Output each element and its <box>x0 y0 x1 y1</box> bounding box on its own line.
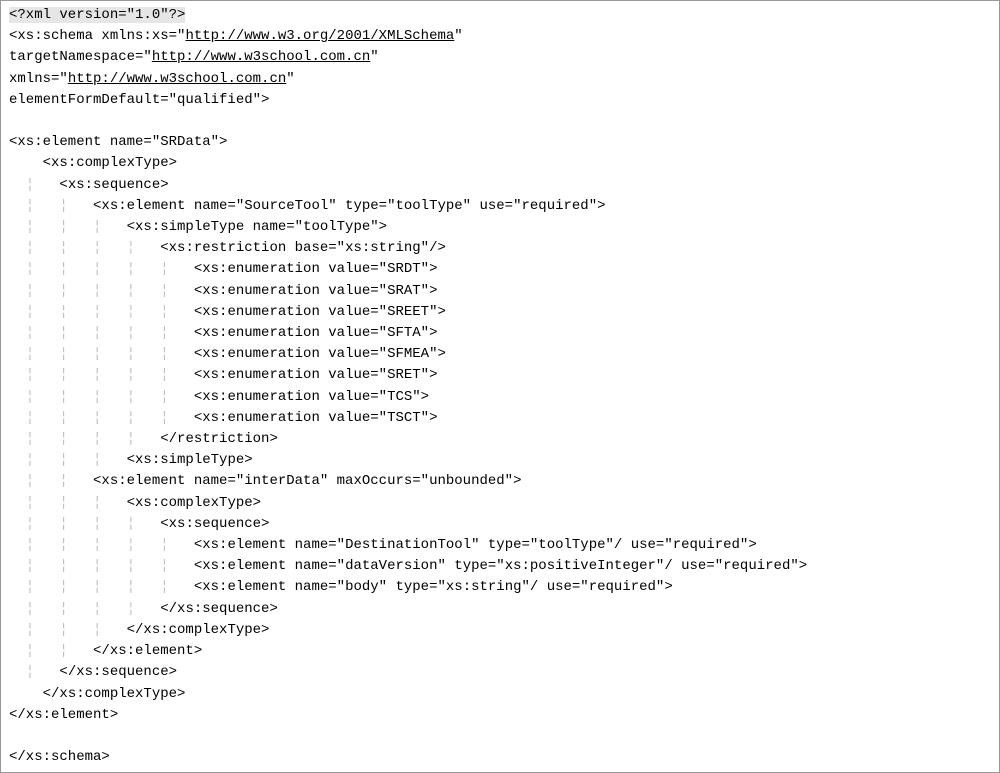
code-line: ¦ ¦ ¦ ¦ ¦ <xs:element name="DestinationT… <box>9 537 757 553</box>
xml-declaration: <?xml version="1.0"?> <box>9 7 185 23</box>
code-line: ¦ ¦ ¦ ¦ ¦ <xs:enumeration value="TCS"> <box>9 389 429 405</box>
code-line: ¦ ¦ </xs:element> <box>9 643 202 659</box>
indent-guide: ¦ ¦ ¦ ¦ <box>9 240 160 256</box>
code-line: ¦ ¦ ¦ ¦ </xs:sequence> <box>9 601 278 617</box>
code-line: ¦ </xs:sequence> <box>9 664 177 680</box>
code-line: ¦ ¦ ¦ </xs:complexType> <box>9 622 269 638</box>
indent-guide: ¦ ¦ ¦ ¦ ¦ <box>9 579 194 595</box>
indent-guide: ¦ ¦ ¦ ¦ ¦ <box>9 283 194 299</box>
code-line: ¦ ¦ ¦ ¦ ¦ <xs:enumeration value="SFMEA"> <box>9 346 446 362</box>
indent-guide: ¦ ¦ ¦ ¦ ¦ <box>9 558 194 574</box>
code-line: ¦ ¦ <xs:element name="interData" maxOccu… <box>9 473 522 489</box>
indent-guide: ¦ ¦ ¦ ¦ ¦ <box>9 304 194 320</box>
code-line: ¦ ¦ ¦ ¦ ¦ <xs:enumeration value="SRET"> <box>9 367 437 383</box>
indent-guide: ¦ ¦ ¦ ¦ <box>9 516 160 532</box>
indent-guide: ¦ ¦ ¦ ¦ <box>9 601 160 617</box>
indent-guide: ¦ ¦ ¦ ¦ ¦ <box>9 410 194 426</box>
indent-guide: ¦ ¦ ¦ ¦ ¦ <box>9 389 194 405</box>
code-line: <xs:complexType> <box>9 155 177 171</box>
code-line: ¦ ¦ ¦ <xs:simpleType name="toolType"> <box>9 219 387 235</box>
indent-guide: ¦ ¦ ¦ ¦ ¦ <box>9 367 194 383</box>
indent-guide: ¦ ¦ ¦ <box>9 495 127 511</box>
code-line: <xs:element name="SRData"> <box>9 134 227 150</box>
indent-guide: ¦ ¦ ¦ ¦ ¦ <box>9 346 194 362</box>
url-link[interactable]: http://www.w3school.com.cn <box>68 71 286 87</box>
code-line: ¦ ¦ <xs:element name="SourceTool" type="… <box>9 198 606 214</box>
code-line: ¦ ¦ ¦ <xs:simpleType> <box>9 452 253 468</box>
indent-guide: ¦ ¦ <box>9 643 93 659</box>
code-line: ¦ ¦ ¦ ¦ ¦ <xs:enumeration value="SREET"> <box>9 304 446 320</box>
code-line: elementFormDefault="qualified"> <box>9 92 269 108</box>
indent-guide: ¦ ¦ ¦ <box>9 452 127 468</box>
indent-guide <box>9 686 43 702</box>
indent-guide <box>9 155 43 171</box>
code-line: </xs:complexType> <box>9 686 185 702</box>
code-line: ¦ ¦ ¦ ¦ ¦ <xs:enumeration value="SFTA"> <box>9 325 437 341</box>
indent-guide: ¦ ¦ ¦ ¦ ¦ <box>9 261 194 277</box>
indent-guide: ¦ <box>9 177 59 193</box>
indent-guide: ¦ ¦ ¦ ¦ ¦ <box>9 325 194 341</box>
indent-guide: ¦ ¦ <box>9 473 93 489</box>
code-line: ¦ ¦ ¦ ¦ <xs:restriction base="xs:string"… <box>9 240 446 256</box>
code-line: ¦ ¦ ¦ ¦ ¦ <xs:enumeration value="TSCT"> <box>9 410 437 426</box>
indent-guide: ¦ ¦ ¦ ¦ ¦ <box>9 537 194 553</box>
xml-code-block: <?xml version="1.0"?> <xs:schema xmlns:x… <box>9 5 991 768</box>
code-line: ¦ ¦ ¦ <xs:complexType> <box>9 495 261 511</box>
indent-guide: ¦ ¦ ¦ ¦ <box>9 431 160 447</box>
indent-guide: ¦ ¦ <box>9 198 93 214</box>
indent-guide: ¦ ¦ ¦ <box>9 622 127 638</box>
code-line: <?xml version="1.0"?> <box>9 7 185 23</box>
code-line: ¦ ¦ ¦ ¦ ¦ <xs:element name="body" type="… <box>9 579 673 595</box>
code-line: ¦ ¦ ¦ ¦ </restriction> <box>9 431 278 447</box>
code-line: ¦ ¦ ¦ ¦ ¦ <xs:enumeration value="SRDT"> <box>9 261 437 277</box>
code-line: xmlns="http://www.w3school.com.cn" <box>9 71 295 87</box>
code-line: </xs:schema> <box>9 749 110 765</box>
indent-guide: ¦ ¦ ¦ <box>9 219 127 235</box>
code-line: ¦ ¦ ¦ ¦ ¦ <xs:element name="dataVersion"… <box>9 558 807 574</box>
indent-guide: ¦ <box>9 664 59 680</box>
code-line: <xs:schema xmlns:xs="http://www.w3.org/2… <box>9 28 463 44</box>
code-line: ¦ ¦ ¦ ¦ ¦ <xs:enumeration value="SRAT"> <box>9 283 437 299</box>
code-viewer: <?xml version="1.0"?> <xs:schema xmlns:x… <box>0 0 1000 773</box>
url-link[interactable]: http://www.w3.org/2001/XMLSchema <box>185 28 454 44</box>
code-line: ¦ ¦ ¦ ¦ <xs:sequence> <box>9 516 269 532</box>
url-link[interactable]: http://www.w3school.com.cn <box>152 49 370 65</box>
code-line: ¦ <xs:sequence> <box>9 177 169 193</box>
code-line: </xs:element> <box>9 707 118 723</box>
code-line: targetNamespace="http://www.w3school.com… <box>9 49 379 65</box>
